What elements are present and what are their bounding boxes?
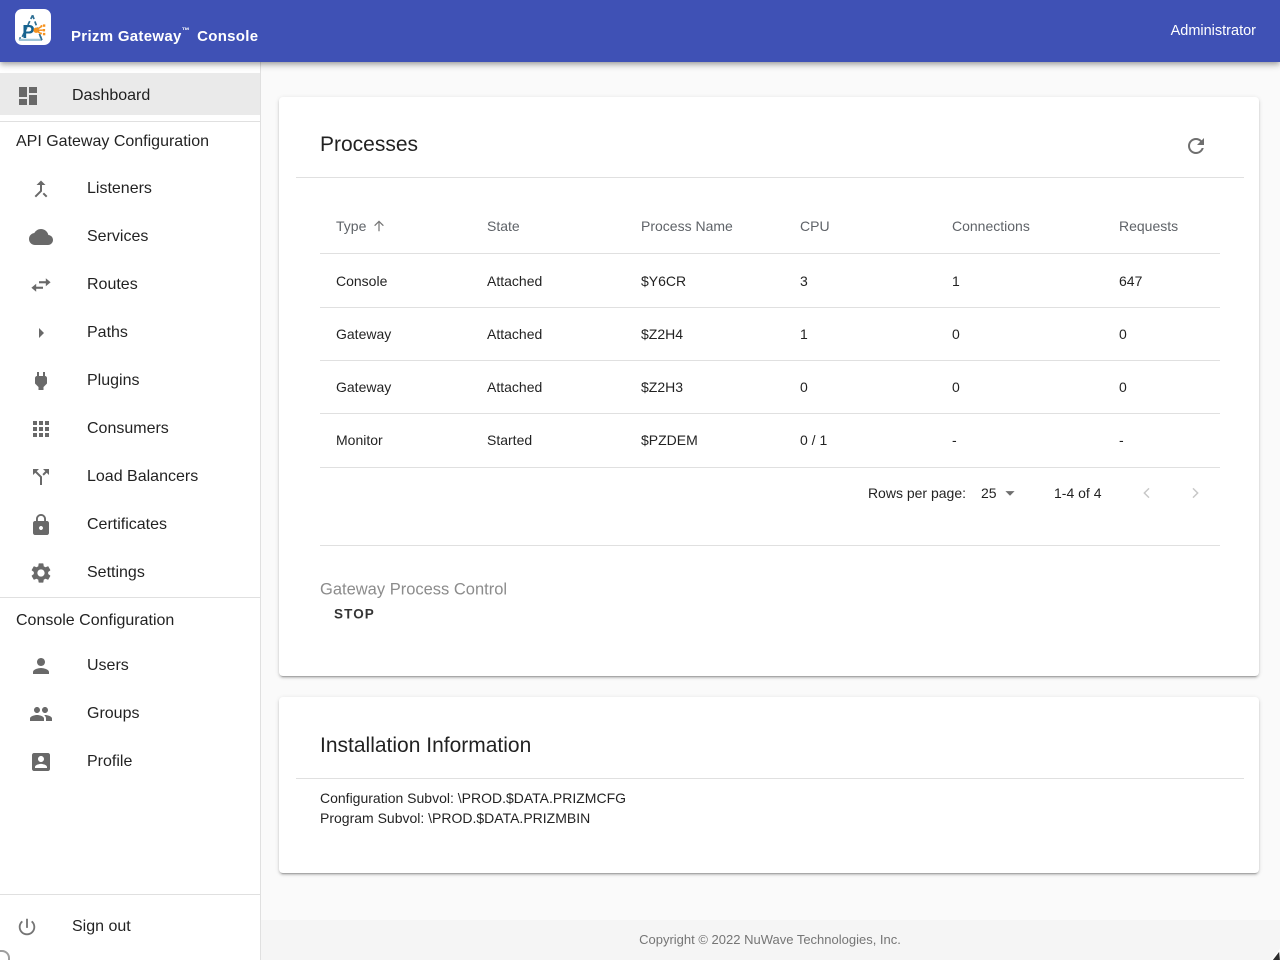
svg-text:P: P: [22, 21, 34, 42]
